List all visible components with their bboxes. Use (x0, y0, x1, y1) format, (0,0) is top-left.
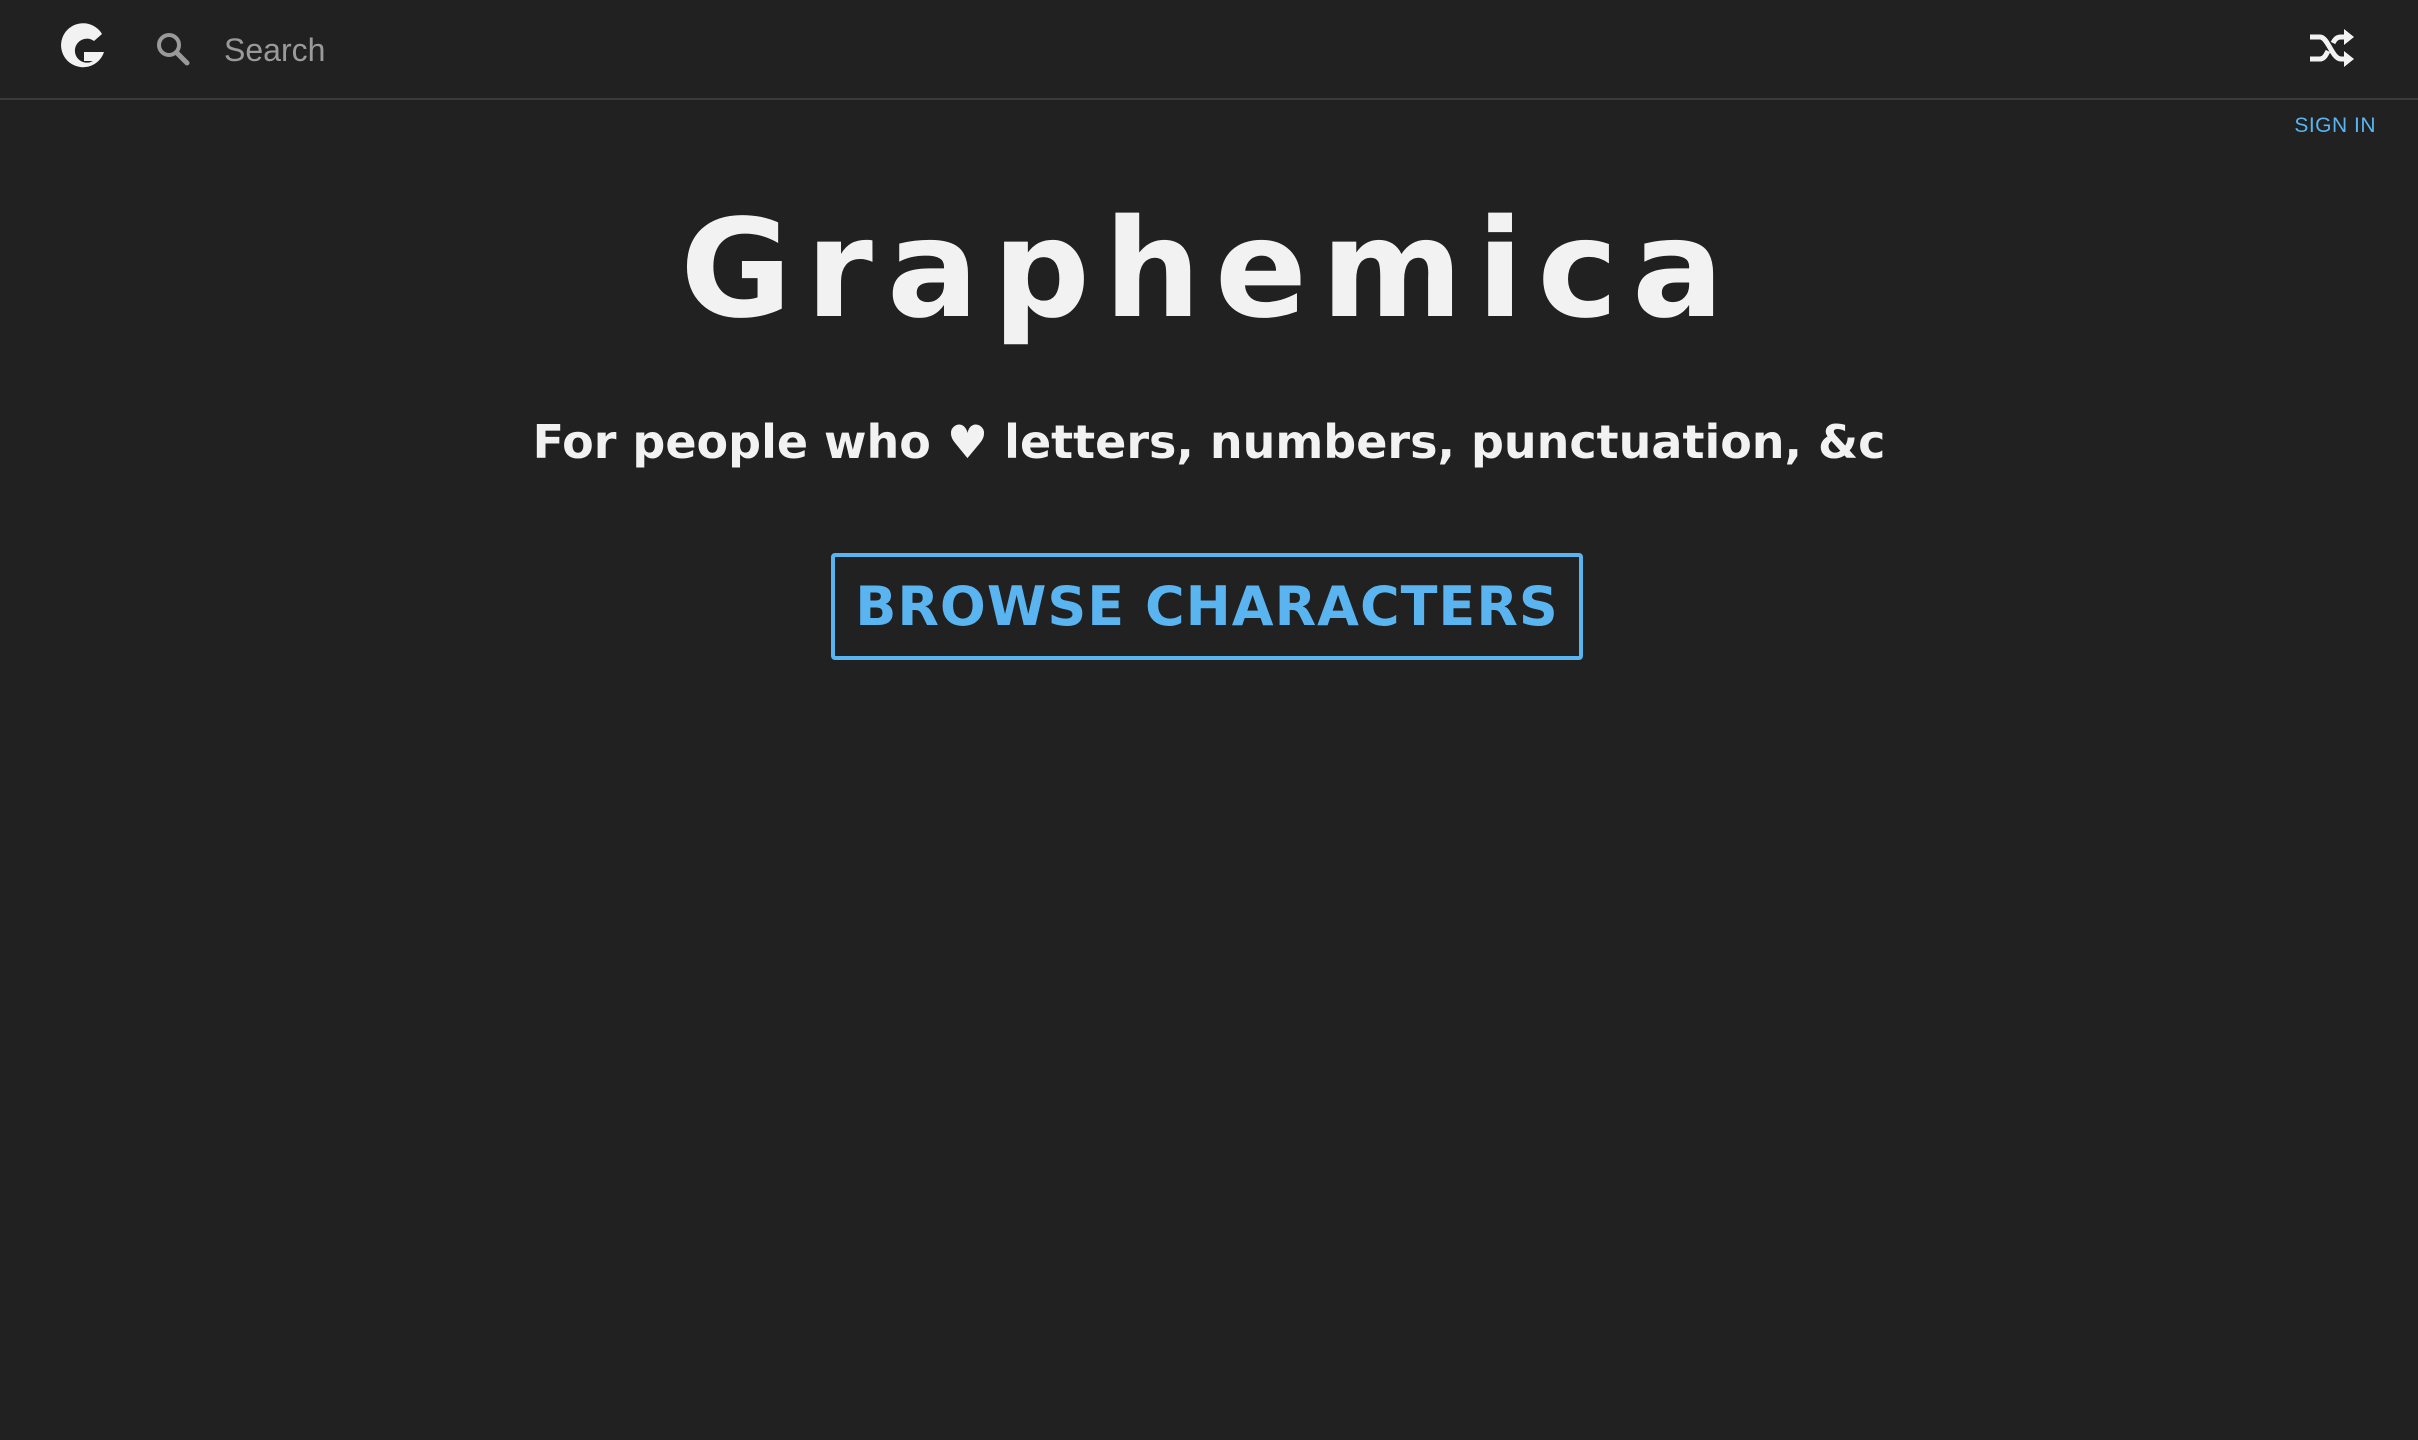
top-navigation-bar (0, 0, 2418, 100)
tagline: For people who ♥ letters, numbers, punct… (532, 415, 1886, 469)
search-input[interactable] (220, 24, 1128, 76)
sign-in-link[interactable]: SIGN IN (2294, 114, 2376, 138)
shuffle-icon[interactable] (2308, 28, 2354, 68)
page-title: Graphemica (680, 191, 1738, 349)
search-icon[interactable] (156, 32, 190, 66)
browse-characters-button[interactable]: BROWSE CHARACTERS (831, 553, 1583, 660)
graphemica-logo-icon[interactable] (58, 22, 108, 76)
